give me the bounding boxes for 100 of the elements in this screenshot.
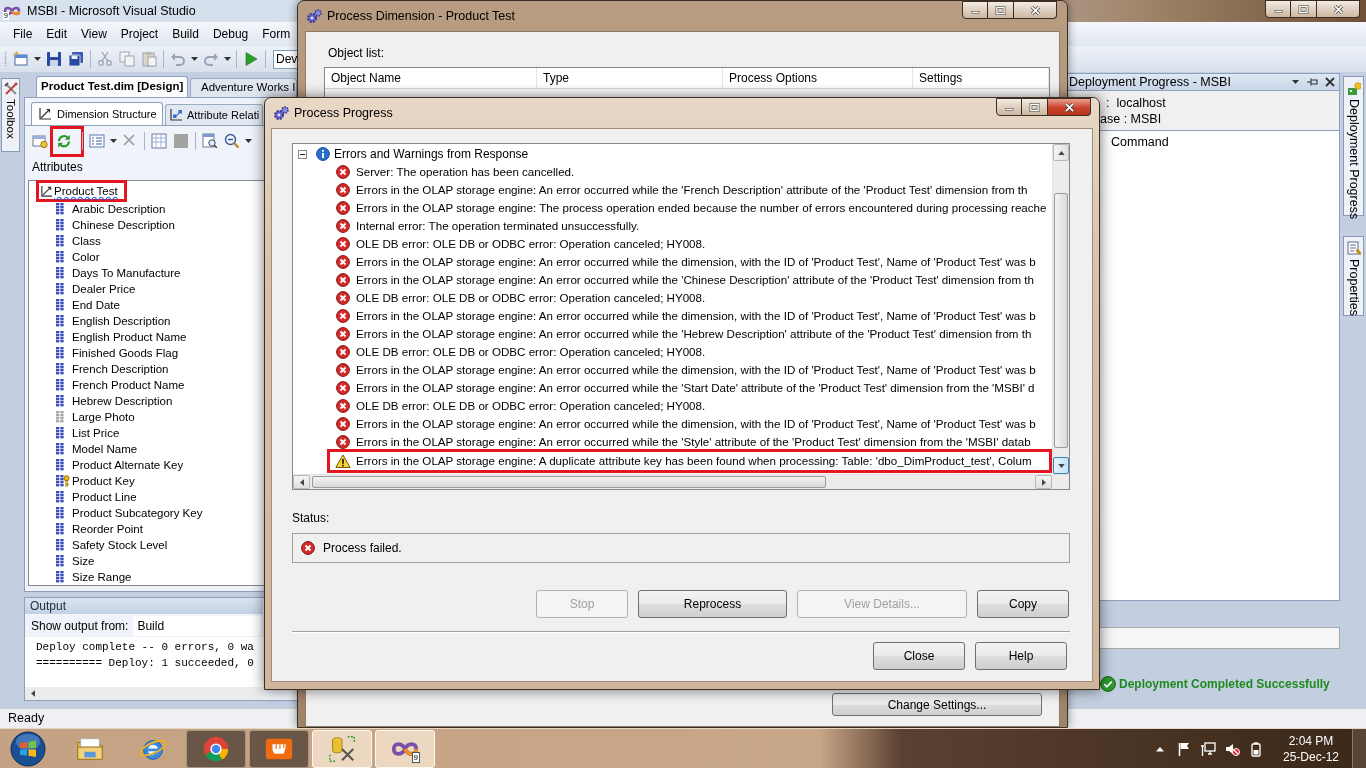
designer-tab[interactable]: Attribute Relati bbox=[165, 104, 263, 125]
tree-item[interactable]: Product Subcategory Key bbox=[72, 506, 203, 520]
log-message[interactable]: Errors in the OLAP storage engine: An error occurred while the 'Chinese Description' attribute of the 'Product Test' dimension from th bbox=[356, 271, 1034, 289]
tree-item[interactable]: Product Line bbox=[72, 490, 137, 504]
close-button[interactable] bbox=[1014, 1, 1057, 19]
log-message[interactable]: Errors in the OLAP storage engine: The process operation ended because the number of errors encountered during processing reache bbox=[356, 199, 1047, 217]
tree-item[interactable]: Hebrew Description bbox=[72, 394, 173, 408]
column-header[interactable]: Type bbox=[537, 68, 723, 88]
tree-item[interactable]: Large Photo bbox=[72, 410, 135, 424]
tree-item[interactable]: Size Range bbox=[72, 570, 132, 584]
menu-item[interactable]: Edit bbox=[39, 23, 75, 45]
tree-item[interactable]: French Description bbox=[72, 362, 169, 376]
scrollbar-thumb[interactable] bbox=[312, 476, 826, 488]
caret-icon[interactable] bbox=[34, 57, 41, 61]
scroll-right-button[interactable] bbox=[1035, 475, 1052, 489]
menu-item[interactable]: Form bbox=[255, 23, 291, 45]
scrollbar-thumb[interactable] bbox=[1054, 193, 1068, 448]
column-header[interactable]: Object Name bbox=[325, 68, 537, 88]
tree-item[interactable]: Finished Goods Flag bbox=[72, 346, 179, 360]
close-button[interactable] bbox=[1048, 98, 1091, 116]
minimize-button[interactable] bbox=[1265, 0, 1291, 18]
show-desktop-button[interactable] bbox=[1352, 728, 1366, 768]
document-tab[interactable]: Product Test.dim [Design] bbox=[36, 76, 188, 97]
tree-item[interactable]: Size bbox=[72, 554, 95, 568]
tree-item[interactable]: Days To Manufacture bbox=[72, 266, 181, 280]
configuration-field[interactable]: Dev bbox=[273, 49, 299, 69]
dialog-button[interactable]: Close bbox=[873, 642, 965, 670]
log-message[interactable]: Errors in the OLAP storage engine: An error occurred while the 'Hebrew Description' attribute of the 'Product Test' dimension from th bbox=[356, 325, 1032, 343]
network-icon[interactable] bbox=[1200, 740, 1216, 757]
tree-item[interactable]: Reorder Point bbox=[72, 522, 143, 536]
log-message[interactable]: OLE DB error: OLE DB or ODBC error: Operation canceled; HY008. bbox=[356, 235, 706, 253]
menu-item[interactable]: View bbox=[74, 23, 114, 45]
log-message[interactable]: Errors in the OLAP storage engine: An error occurred while the 'Start Date' attribute of the 'Product Test' dimension from the 'MSBI' d bbox=[356, 379, 1035, 397]
clock-time[interactable]: 2:04 PM bbox=[1288, 732, 1334, 749]
taskbar-button[interactable] bbox=[249, 729, 309, 768]
pin-icon[interactable] bbox=[1306, 76, 1318, 88]
caret-icon[interactable] bbox=[245, 139, 252, 143]
tree-item[interactable]: Color bbox=[72, 250, 100, 264]
close-icon[interactable] bbox=[1325, 77, 1335, 87]
maximize-button[interactable] bbox=[1291, 0, 1317, 18]
log-message[interactable]: OLE DB error: OLE DB or ODBC error: Operation canceled; HY008. bbox=[356, 289, 706, 307]
collapse-icon[interactable] bbox=[298, 149, 307, 159]
tree-item[interactable]: Chinese Description bbox=[72, 218, 175, 232]
tree-item[interactable]: Dealer Price bbox=[72, 282, 136, 296]
tree-item[interactable]: French Product Name bbox=[72, 378, 185, 392]
dropdown-field[interactable]: Build bbox=[133, 615, 262, 636]
tree-item[interactable]: Model Name bbox=[72, 442, 138, 456]
tree-item[interactable]: English Product Name bbox=[72, 330, 187, 344]
log-message[interactable]: Errors in the OLAP storage engine: An error occurred while the dimension, with the ID of 'Product Test', Name of 'Product Test' was b bbox=[356, 415, 1036, 433]
maximize-button[interactable] bbox=[1022, 98, 1048, 116]
caret-icon[interactable] bbox=[1292, 80, 1299, 84]
close-button[interactable] bbox=[1317, 0, 1360, 18]
log-message[interactable]: Errors in the OLAP storage engine: An error occurred while the 'Style' attribute of the 'Product Test' dimension from the 'MSBI' datab bbox=[356, 433, 1031, 451]
column-header[interactable]: Settings bbox=[913, 68, 1049, 88]
log-message[interactable]: Server: The operation has been cancelled. bbox=[356, 163, 575, 181]
scroll-left-button[interactable] bbox=[293, 475, 310, 489]
progress-item[interactable]: Command bbox=[1111, 134, 1169, 150]
tree-item[interactable]: Class bbox=[72, 234, 101, 248]
tree-item[interactable]: Product Test bbox=[54, 184, 118, 198]
tree-item[interactable]: List Price bbox=[72, 426, 120, 440]
side-tab[interactable]: Properties bbox=[1343, 236, 1364, 316]
minimize-button[interactable] bbox=[996, 98, 1022, 116]
tree-item[interactable]: Product Alternate Key bbox=[72, 458, 184, 472]
menu-item[interactable]: Build bbox=[165, 23, 206, 45]
caret-icon[interactable] bbox=[224, 57, 231, 61]
log-message[interactable]: Errors in the OLAP storage engine: An error occurred while the dimension, with the ID of 'Product Test', Name of 'Product Test' was b bbox=[356, 361, 1036, 379]
log-message[interactable]: Errors in the OLAP storage engine: A duplicate attribute key has been found when processing: Table: 'dbo_DimProduct_test', Colum bbox=[356, 452, 1032, 470]
change-settings-button[interactable]: Change Settings... bbox=[832, 693, 1042, 716]
dialog-button[interactable]: Help bbox=[975, 642, 1067, 670]
log-message[interactable]: OLE DB error: OLE DB or ODBC error: Operation canceled; HY008. bbox=[356, 343, 706, 361]
battery-icon[interactable] bbox=[1248, 740, 1264, 757]
log-message[interactable]: OLE DB error: OLE DB or ODBC error: Operation canceled; HY008. bbox=[356, 397, 706, 415]
menu-item[interactable]: Debug bbox=[205, 23, 256, 45]
scroll-down-button[interactable] bbox=[1053, 457, 1069, 474]
horizontal-scrollbar[interactable] bbox=[293, 475, 1052, 489]
designer-tab[interactable]: Dimension Structure bbox=[31, 102, 163, 125]
document-tab[interactable]: Adventure Works I bbox=[190, 78, 297, 97]
vertical-scrollbar[interactable] bbox=[1052, 144, 1069, 474]
flag-icon[interactable] bbox=[1176, 740, 1192, 757]
menu-item[interactable]: File bbox=[6, 23, 40, 45]
clock-date[interactable]: 25-Dec-12 bbox=[1283, 748, 1339, 765]
column-header[interactable]: Process Options bbox=[723, 68, 913, 88]
tree-item[interactable]: Safety Stock Level bbox=[72, 538, 168, 552]
tree-item[interactable]: English Description bbox=[72, 314, 171, 328]
scroll-up-button[interactable] bbox=[1053, 144, 1069, 161]
log-message[interactable]: Errors in the OLAP storage engine: An error occurred while the dimension, with the ID of 'Product Test', Name of 'Product Test' was b bbox=[356, 307, 1036, 325]
dialog-button[interactable]: Reprocess bbox=[638, 590, 787, 618]
menu-item[interactable]: Project bbox=[113, 23, 166, 45]
maximize-button[interactable] bbox=[988, 1, 1014, 19]
caret-icon[interactable] bbox=[191, 57, 198, 61]
toolbox-tab[interactable]: Toolbox bbox=[1, 78, 20, 152]
taskbar-button[interactable] bbox=[186, 729, 246, 768]
tree-item[interactable]: Errors and Warnings from Response bbox=[334, 145, 529, 163]
taskbar-button[interactable]: 9 bbox=[375, 729, 435, 768]
tree-item[interactable]: Product Key bbox=[72, 474, 135, 488]
log-message[interactable]: Errors in the OLAP storage engine: An error occurred while the dimension, with the ID of 'Product Test', Name of 'Product Test' was b bbox=[356, 253, 1036, 271]
tree-item[interactable]: End Date bbox=[72, 298, 120, 312]
dialog-button[interactable]: Copy bbox=[977, 590, 1069, 618]
caret-icon[interactable] bbox=[110, 139, 117, 143]
minimize-button[interactable] bbox=[962, 1, 988, 19]
